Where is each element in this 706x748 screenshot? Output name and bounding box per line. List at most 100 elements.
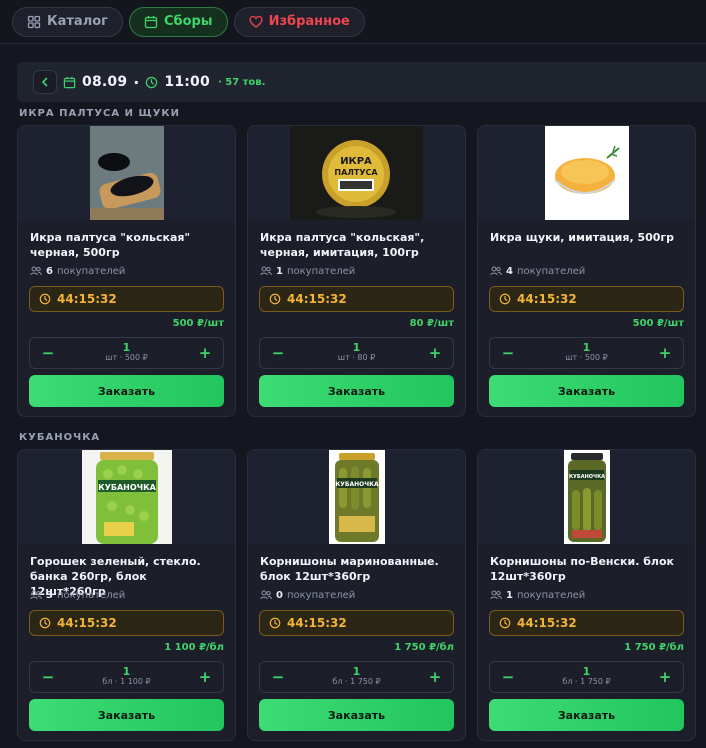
order-button[interactable]: Заказать [259,375,454,407]
countdown-timer: 44:15:32 [489,610,684,636]
countdown-timer: 44:15:32 [29,286,224,312]
buyers-count: 1 [276,265,283,277]
decrease-button[interactable]: − [500,668,516,686]
product-name: Корнишоны маринованные. блок 12шт*360гр [260,555,439,583]
brand-label: КУБАНОЧКА [568,474,604,480]
catalog-button[interactable]: Каталог [12,6,123,37]
collection-date: 08.09 [82,74,128,90]
users-icon [30,266,42,276]
quantity-unit: бл · 1 750 ₽ [562,677,611,686]
collections-button[interactable]: Сборы [128,6,228,37]
product-card[interactable]: Икра палтуса "кольская" черная, 500гр 6 по… [17,125,236,417]
order-button[interactable]: Заказать [29,375,224,407]
decrease-button[interactable]: − [40,344,56,362]
buyers-count: 3 [46,589,53,601]
increase-button[interactable]: + [657,668,673,686]
timer-value: 44:15:32 [517,616,577,630]
countdown-timer: 44:15:32 [489,286,684,312]
quantity-value: 1 [122,665,131,678]
unit-price: 80 ₽/шт [409,318,454,329]
favorites-label: Избранное [268,14,350,29]
countdown-timer: 44:15:32 [259,286,454,312]
unit-price: 1 100 ₽/бл [164,642,224,653]
product-image [544,126,629,220]
decrease-button[interactable]: − [270,668,286,686]
users-icon [490,266,502,276]
decrease-button[interactable]: − [270,344,286,362]
increase-button[interactable]: + [197,668,213,686]
clock-icon [269,617,281,629]
product-image-area [478,126,695,220]
product-image: КУБАНОЧКА [563,450,610,544]
product-count: · 57 тов. [217,76,266,88]
product-image: ИКРА ПАЛТУСА [290,126,423,220]
back-button[interactable] [33,70,57,94]
collection-time: 11:00 [164,74,210,90]
buyers-info: 1 покупателей [260,264,453,278]
quantity-stepper: − 1 шт · 500 ₽ + [489,337,684,369]
decrease-button[interactable]: − [40,668,56,686]
increase-button[interactable]: + [427,668,443,686]
buyers-info: 4 покупателей [490,264,683,278]
buyers-count: 1 [506,589,513,601]
separator-dot: · [133,72,140,92]
order-button[interactable]: Заказать [489,699,684,731]
product-card[interactable]: Икра щуки, имитация, 500гр 4 покупателей 44… [477,125,696,417]
timer-value: 44:15:32 [287,616,347,630]
brand-label: КУБАНОЧКА [98,483,156,492]
clock-icon [39,293,51,305]
quantity-stepper: − 1 бл · 1 750 ₽ + [489,661,684,693]
clock-icon [39,617,51,629]
grid-icon [27,15,41,28]
product-image: КУБАНОЧКА [328,450,385,544]
buyers-info: 3 покупателей [30,588,223,602]
unit-price: 500 ₽/шт [632,318,684,329]
clock-icon [499,293,511,305]
product-card[interactable]: КУБАНОЧКА Корнишоны маринованные. блок 12… [247,449,466,741]
buyers-count: 4 [506,265,513,277]
quantity-display: 1 шт · 500 ₽ [565,341,608,363]
buyers-count: 0 [276,589,283,601]
collections-label: Сборы [163,14,213,29]
product-name: Икра палтуса "кольская", черная, имитаци… [260,231,425,259]
order-button[interactable]: Заказать [29,699,224,731]
quantity-value: 1 [582,341,591,354]
users-icon [260,266,272,276]
quantity-value: 1 [122,341,131,354]
timer-value: 44:15:32 [517,292,577,306]
section-title: ИКРА ПАЛТУСА И ЩУКИ [19,108,180,119]
heart-icon [248,15,263,28]
countdown-timer: 44:15:32 [259,610,454,636]
buyers-count: 6 [46,265,53,277]
brand-label: КУБАНОЧКА [335,481,379,488]
buyers-info: 0 покупателей [260,588,453,602]
product-card[interactable]: КУБАНОЧКА Горошек зеленый, стекло. банка … [17,449,236,741]
unit-price: 1 750 ₽/бл [624,642,684,653]
increase-button[interactable]: + [657,344,673,362]
countdown-timer: 44:15:32 [29,610,224,636]
product-name: Икра палтуса "кольская" черная, 500гр [30,231,191,259]
buyers-label: покупателей [516,265,586,277]
quantity-display: 1 шт · 500 ₽ [105,341,148,363]
quantity-value: 1 [352,341,361,354]
order-button[interactable]: Заказать [489,375,684,407]
order-button[interactable]: Заказать [259,699,454,731]
increase-button[interactable]: + [197,344,213,362]
favorites-button[interactable]: Избранное [233,6,365,37]
buyers-label: покупателей [516,589,586,601]
quantity-display: 1 бл · 1 750 ₽ [332,666,380,687]
product-image-area: КУБАНОЧКА [478,450,695,544]
product-card[interactable]: ИКРА ПАЛТУСА Икра палтуса "кольская", черн… [247,125,466,417]
product-card[interactable]: КУБАНОЧКА Корнишоны по-Венски. блок 12шт*… [477,449,696,741]
quantity-stepper: − 1 бл · 1 100 ₽ + [29,661,224,693]
catalog-label: Каталог [47,14,108,29]
quantity-unit: шт · 500 ₽ [565,353,608,362]
product-image-area: КУБАНОЧКА [248,450,465,544]
product-image-area: КУБАНОЧКА [18,450,235,544]
product-name: Икра щуки, имитация, 500гр [490,231,675,244]
product-name: Корнишоны по-Венски. блок 12шт*360гр [490,555,674,583]
quantity-display: 1 бл · 1 750 ₽ [562,666,611,687]
increase-button[interactable]: + [427,344,443,362]
quantity-display: 1 бл · 1 100 ₽ [102,665,150,687]
decrease-button[interactable]: − [500,344,516,362]
